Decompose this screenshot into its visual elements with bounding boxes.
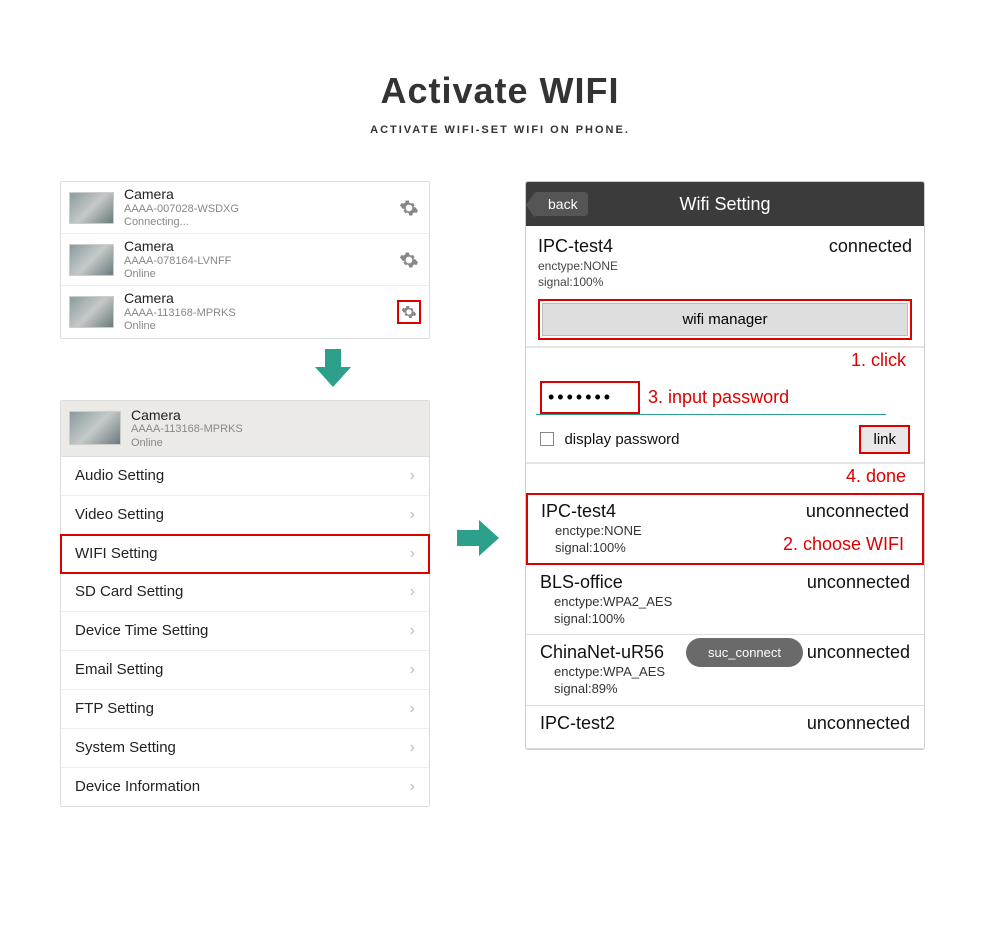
settings-header: Camera AAAA-113168-MPRKS Online (61, 401, 429, 457)
connected-status: connected (829, 236, 912, 257)
right-arrow-icon (453, 516, 503, 560)
camera-list-panel: Camera AAAA-007028-WSDXG Connecting... C… (60, 181, 430, 339)
network-row[interactable]: ChinaNet-uR56 unconnected enctype:WPA_AE… (526, 635, 924, 706)
camera-thumbnail (69, 192, 114, 224)
chevron-right-icon: › (410, 583, 415, 601)
camera-status: Connecting... (124, 216, 397, 229)
annotation-step3: 3. input password (648, 387, 789, 408)
chevron-right-icon: › (410, 467, 415, 485)
display-password-label: display password (564, 431, 679, 448)
back-button[interactable]: back (534, 192, 588, 216)
network-enctype: enctype:WPA2_AES (554, 594, 910, 610)
setting-label: Video Setting (75, 506, 164, 523)
setting-row-wifi[interactable]: WIFI Setting › (60, 534, 430, 574)
setting-row-deviceinfo[interactable]: Device Information › (61, 768, 429, 806)
chevron-right-icon: › (410, 545, 415, 563)
annotation-step2: 2. choose WIFI (783, 534, 904, 555)
network-signal: signal:89% (554, 681, 910, 697)
network-row[interactable]: BLS-office unconnected enctype:WPA2_AES … (526, 565, 924, 636)
wifi-manager-label: wifi manager (542, 303, 908, 336)
chevron-right-icon: › (410, 622, 415, 640)
signal-label: signal:100% (538, 275, 912, 289)
setting-label: Device Time Setting (75, 622, 208, 639)
page-title: Activate WIFI (0, 70, 1000, 112)
camera-row[interactable]: Camera AAAA-007028-WSDXG Connecting... (61, 182, 429, 234)
camera-thumbnail (69, 296, 114, 328)
setting-row-sdcard[interactable]: SD Card Setting › (61, 573, 429, 612)
chevron-right-icon: › (410, 739, 415, 757)
wifi-manager-button[interactable]: wifi manager (538, 299, 912, 340)
page-subtitle: ACTIVATE WIFI-SET WIFI ON PHONE. (0, 124, 1000, 136)
display-password-checkbox[interactable] (540, 432, 554, 446)
network-status: unconnected (807, 642, 910, 663)
network-ssid: ChinaNet-uR56 (540, 642, 664, 663)
down-arrow-icon (235, 345, 430, 394)
setting-row-ftp[interactable]: FTP Setting › (61, 690, 429, 729)
chevron-right-icon: › (410, 506, 415, 524)
camera-name: Camera (131, 407, 421, 424)
setting-row-video[interactable]: Video Setting › (61, 496, 429, 535)
camera-thumbnail (69, 411, 121, 445)
network-status: unconnected (807, 572, 910, 593)
link-button[interactable]: link (859, 425, 910, 454)
network-status: unconnected (807, 713, 910, 734)
network-status: unconnected (806, 501, 909, 522)
gear-icon[interactable] (397, 300, 421, 324)
settings-panel: Camera AAAA-113168-MPRKS Online Audio Se… (60, 400, 430, 807)
setting-label: WIFI Setting (75, 545, 158, 562)
camera-id: AAAA-113168-MPRKS (131, 423, 421, 436)
wifi-setting-panel: back Wifi Setting IPC-test4 connected en… (525, 181, 925, 750)
annotation-step1: 1. click (526, 350, 906, 371)
chevron-right-icon: › (410, 661, 415, 679)
setting-label: SD Card Setting (75, 583, 183, 600)
network-ssid: IPC-test2 (540, 713, 615, 734)
toast-message: suc_connect (686, 638, 803, 667)
enctype-label: enctype:NONE (538, 259, 912, 273)
setting-label: Email Setting (75, 661, 163, 678)
setting-row-devicetime[interactable]: Device Time Setting › (61, 612, 429, 651)
annotation-step4: 4. done (526, 466, 906, 487)
setting-label: Device Information (75, 778, 200, 795)
network-signal: signal:100% (554, 611, 910, 627)
camera-name: Camera (124, 290, 397, 307)
camera-row[interactable]: Camera AAAA-113168-MPRKS Online (61, 286, 429, 337)
camera-name: Camera (124, 238, 397, 255)
network-ssid: BLS-office (540, 572, 623, 593)
setting-row-email[interactable]: Email Setting › (61, 651, 429, 690)
chevron-right-icon: › (410, 778, 415, 796)
wifi-title: Wifi Setting (679, 194, 770, 215)
password-input[interactable]: ••••••• (540, 381, 640, 414)
gear-icon[interactable] (397, 248, 421, 272)
connected-ssid: IPC-test4 (538, 236, 613, 257)
camera-id: AAAA-113168-MPRKS (124, 307, 397, 320)
setting-row-system[interactable]: System Setting › (61, 729, 429, 768)
camera-status: Online (124, 320, 397, 333)
camera-row[interactable]: Camera AAAA-078164-LVNFF Online (61, 234, 429, 286)
setting-label: System Setting (75, 739, 176, 756)
camera-thumbnail (69, 244, 114, 276)
camera-name: Camera (124, 186, 397, 203)
network-ssid: IPC-test4 (541, 501, 616, 522)
camera-status: Online (131, 437, 421, 450)
camera-id: AAAA-007028-WSDXG (124, 203, 397, 216)
gear-icon[interactable] (397, 196, 421, 220)
camera-status: Online (124, 268, 397, 281)
network-row[interactable]: IPC-test2 unconnected (526, 706, 924, 749)
setting-label: Audio Setting (75, 467, 164, 484)
setting-row-audio[interactable]: Audio Setting › (61, 457, 429, 496)
camera-id: AAAA-078164-LVNFF (124, 255, 397, 268)
chevron-right-icon: › (410, 700, 415, 718)
network-row[interactable]: IPC-test4 unconnected enctype:NONE signa… (526, 493, 924, 565)
wifi-topbar: back Wifi Setting (526, 182, 924, 226)
setting-label: FTP Setting (75, 700, 154, 717)
